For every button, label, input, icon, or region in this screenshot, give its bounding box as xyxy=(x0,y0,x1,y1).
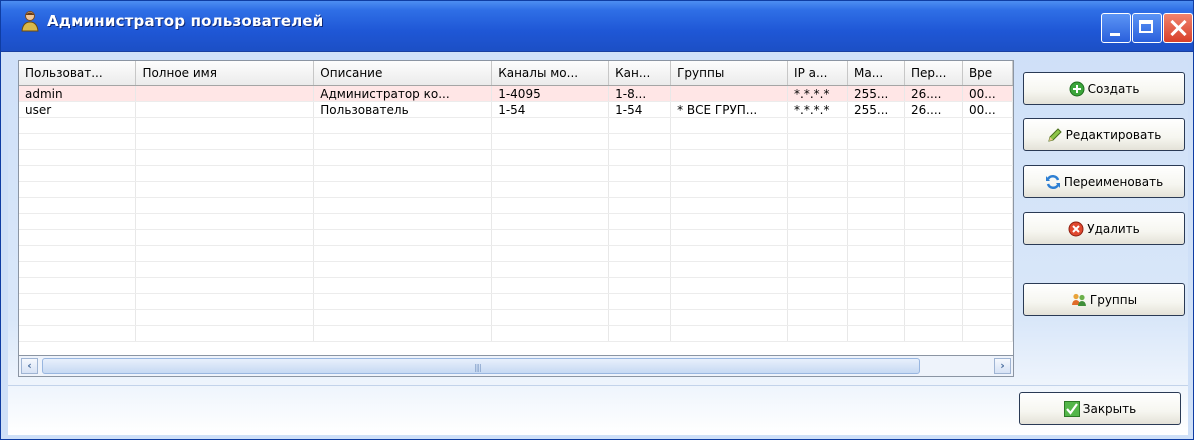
title-bar[interactable]: Администратор пользователей xyxy=(1,1,1193,52)
col-header-description[interactable]: Описание xyxy=(313,61,493,86)
scroll-left-icon[interactable]: ‹ xyxy=(21,358,38,374)
client-area: Пользоват... Полное имя Описание Каналы … xyxy=(8,52,1188,435)
users-table: Пользоват... Полное имя Описание Каналы … xyxy=(19,61,1013,342)
cell-monitor-channels: 1-54 xyxy=(491,101,610,118)
divider xyxy=(8,385,1188,386)
cell-fullname xyxy=(135,101,315,118)
horizontal-scrollbar[interactable]: ‹ |||| › xyxy=(18,355,1014,377)
scrollbar-thumb[interactable]: |||| xyxy=(42,358,920,374)
checkmark-icon xyxy=(1063,400,1080,417)
empty-row xyxy=(19,229,1013,246)
table-header: Пользоват... Полное имя Описание Каналы … xyxy=(19,61,1013,86)
close-button[interactable]: Закрыть xyxy=(1019,392,1181,425)
create-label: Создать xyxy=(1087,81,1140,96)
cell-mask: 255... xyxy=(847,101,905,118)
table-row[interactable]: admin Администратор ко... 1-4095 1-8... … xyxy=(19,85,1013,102)
empty-row xyxy=(19,149,1013,166)
minimize-button[interactable] xyxy=(1101,13,1131,43)
rename-button[interactable]: Переименовать xyxy=(1023,165,1185,198)
grip-icon: |||| xyxy=(474,363,482,372)
empty-row xyxy=(19,277,1013,294)
empty-row xyxy=(19,261,1013,278)
col-header-user[interactable]: Пользоват... xyxy=(19,61,137,86)
cell-description: Администратор ко... xyxy=(313,85,493,102)
cell-user: user xyxy=(19,101,137,118)
cell-description: Пользователь xyxy=(313,101,493,118)
group-icon xyxy=(1071,293,1086,306)
empty-row xyxy=(19,309,1013,326)
users-icon xyxy=(21,11,39,32)
cell-ip: *.*.*.* xyxy=(787,85,848,102)
cell-groups xyxy=(670,85,789,102)
cell-mask: 255... xyxy=(847,85,905,102)
cell-time: 00... xyxy=(962,101,1013,118)
cell-monitor-channels: 1-4095 xyxy=(491,85,610,102)
window-title: Администратор пользователей xyxy=(47,12,324,30)
empty-row xyxy=(19,181,1013,198)
groups-label: Группы xyxy=(1089,292,1138,307)
col-header-fullname[interactable]: Полное имя xyxy=(135,61,315,86)
col-header-ip[interactable]: IP а... xyxy=(787,61,848,86)
col-header-channels[interactable]: Кан... xyxy=(608,61,672,86)
scroll-right-icon[interactable]: › xyxy=(994,358,1011,374)
empty-row xyxy=(19,245,1013,262)
cell-period: 26.... xyxy=(904,101,963,118)
maximize-button[interactable] xyxy=(1132,13,1162,43)
empty-row xyxy=(19,165,1013,182)
cell-fullname xyxy=(135,85,315,102)
edit-button[interactable]: Редактировать xyxy=(1023,118,1185,151)
cell-ip: *.*.*.* xyxy=(787,101,848,118)
empty-row xyxy=(19,117,1013,134)
close-window-button[interactable] xyxy=(1163,13,1193,43)
rename-label: Переименовать xyxy=(1063,174,1164,189)
col-header-groups[interactable]: Группы xyxy=(670,61,789,86)
col-header-monitor-channels[interactable]: Каналы мо... xyxy=(491,61,610,86)
empty-row xyxy=(19,325,1013,342)
table-row[interactable]: user Пользователь 1-54 1-54 * ВСЕ ГРУП..… xyxy=(19,101,1013,118)
cell-time: 00... xyxy=(962,85,1013,102)
cell-groups: * ВСЕ ГРУП... xyxy=(670,101,789,118)
pencil-icon xyxy=(1047,127,1062,142)
plus-green-icon xyxy=(1069,81,1085,96)
delete-label: Удалить xyxy=(1087,221,1140,236)
groups-button[interactable]: Группы xyxy=(1023,283,1185,316)
empty-row xyxy=(19,213,1013,230)
col-header-time[interactable]: Вре xyxy=(962,61,1013,86)
empty-row xyxy=(19,293,1013,310)
cell-channels: 1-8... xyxy=(608,85,672,102)
close-label: Закрыть xyxy=(1082,401,1137,416)
col-header-mask[interactable]: Ма... xyxy=(847,61,905,86)
cell-period: 26.... xyxy=(904,85,963,102)
cell-channels: 1-54 xyxy=(608,101,672,118)
create-button[interactable]: Создать xyxy=(1023,72,1185,105)
empty-row xyxy=(19,133,1013,150)
cell-user: admin xyxy=(19,85,137,102)
col-header-period[interactable]: Пер... xyxy=(904,61,963,86)
users-grid[interactable]: Пользоват... Полное имя Описание Каналы … xyxy=(18,60,1014,377)
empty-row xyxy=(19,197,1013,214)
refresh-icon xyxy=(1045,174,1060,189)
user-admin-window: Администратор пользователей Пользоват...… xyxy=(0,0,1194,440)
edit-label: Редактировать xyxy=(1065,127,1162,142)
delete-red-icon xyxy=(1068,221,1084,236)
delete-button[interactable]: Удалить xyxy=(1023,212,1185,245)
